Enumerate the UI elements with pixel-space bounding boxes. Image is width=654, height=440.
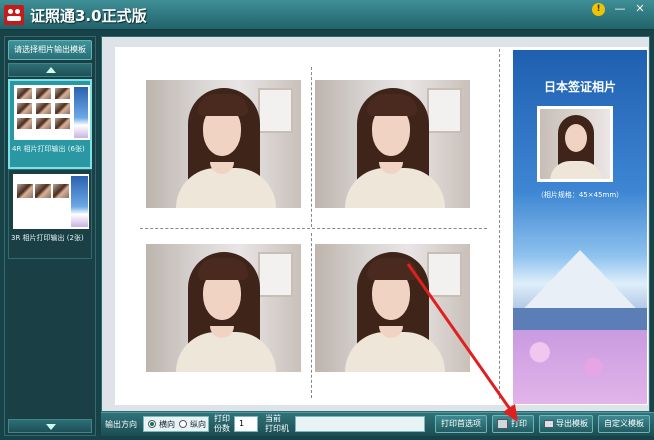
mini-visa-card <box>71 176 88 227</box>
export-icon <box>544 420 554 428</box>
cut-line <box>140 228 310 229</box>
mini-visa-card <box>74 87 88 138</box>
minimize-button[interactable]: — <box>611 2 629 18</box>
mini-photo <box>17 103 32 114</box>
export-template-button[interactable]: 导出模板 <box>539 415 593 433</box>
template-header: 请选择相片输出模板 <box>8 40 92 60</box>
mini-photo <box>55 88 70 99</box>
template-thumbnail <box>14 85 90 140</box>
printer-icon <box>497 419 508 429</box>
cut-line <box>311 67 312 227</box>
printer-label-line1: 当前 <box>265 414 281 423</box>
portrait-photo <box>315 244 470 372</box>
template-item-4r[interactable]: 4R 相片打印输出 (6张) <box>8 79 92 169</box>
print-preferences-button[interactable]: 打印首选项 <box>435 415 487 433</box>
title-bar: 证照通3.0正式版 ! — ✕ <box>0 0 654 30</box>
radio-landscape[interactable] <box>148 420 156 428</box>
template-item-3r[interactable]: 3R 相片打印输出 (2张) <box>8 169 92 259</box>
cut-line <box>499 49 500 399</box>
template-sidebar: 请选择相片输出模板 4R 相片打印输出 (6张) 3R 相片打印输出 (2张) <box>4 36 96 436</box>
copies-input[interactable]: 1 <box>234 416 258 432</box>
arrow-up-icon <box>46 67 56 73</box>
bottom-toolbar: 输出方向 横向 纵向 打印 份数 1 当前 打印机 打印首选项 打印 导出模板 … <box>101 412 654 436</box>
lake-image <box>513 308 647 330</box>
mini-photo <box>17 118 32 129</box>
scroll-down-button[interactable] <box>8 419 92 433</box>
portrait-photo <box>146 244 301 372</box>
cut-line <box>311 233 312 398</box>
mini-photo <box>36 118 51 129</box>
scroll-up-button[interactable] <box>8 63 92 77</box>
print-button-label: 打印 <box>511 419 527 428</box>
mini-photo <box>55 103 70 114</box>
template-thumbnail <box>13 174 89 229</box>
copies-label: 打印 份数 <box>214 414 230 434</box>
app-title: 证照通3.0正式版 <box>30 7 147 25</box>
copies-label-line1: 打印 <box>214 414 230 423</box>
mini-photo <box>53 184 69 198</box>
cut-line <box>312 228 487 229</box>
close-button[interactable]: ✕ <box>631 2 649 18</box>
mini-photo <box>55 118 70 129</box>
printer-label-line2: 打印机 <box>265 424 289 433</box>
app-window: 证照通3.0正式版 ! — ✕ 请选择相片输出模板 4R 相片打印输出 (6张) <box>0 0 654 440</box>
radio-landscape-label[interactable]: 横向 <box>159 419 175 430</box>
info-icon[interactable]: ! <box>592 3 605 16</box>
portrait-photo <box>146 80 301 208</box>
preview-paper: 日本签证相片 （相片规格：45×45mm） <box>115 47 648 405</box>
mini-photo <box>35 184 51 198</box>
visa-photo-spec: （相片规格：45×45mm） <box>536 191 624 199</box>
mini-photo <box>17 184 33 198</box>
flowers-image <box>513 330 647 404</box>
orientation-label: 输出方向 <box>105 420 137 429</box>
mini-photo <box>17 88 32 99</box>
visa-photo-card: 日本签证相片 （相片规格：45×45mm） <box>513 50 647 404</box>
printer-label: 当前 打印机 <box>265 414 289 434</box>
export-button-label: 导出模板 <box>556 419 588 428</box>
mini-photo <box>36 88 51 99</box>
template-label: 4R 相片打印输出 (6张) <box>12 145 85 153</box>
print-button[interactable]: 打印 <box>492 415 534 433</box>
mini-photo <box>36 103 51 114</box>
radio-portrait[interactable] <box>179 420 187 428</box>
template-label: 3R 相片打印输出 (2张) <box>11 234 84 242</box>
portrait-photo <box>315 80 470 208</box>
custom-template-button[interactable]: 自定义模板 <box>598 415 650 433</box>
app-logo-icon <box>4 5 24 25</box>
copies-label-line2: 份数 <box>214 424 230 433</box>
visa-card-title: 日本签证相片 <box>543 80 616 94</box>
arrow-down-icon <box>46 424 56 430</box>
radio-portrait-label[interactable]: 纵向 <box>190 419 206 430</box>
orientation-radio-group: 横向 纵向 <box>143 416 209 432</box>
print-preview: 日本签证相片 （相片规格：45×45mm） <box>101 36 650 412</box>
visa-photo <box>537 106 613 182</box>
printer-select[interactable] <box>295 416 425 432</box>
